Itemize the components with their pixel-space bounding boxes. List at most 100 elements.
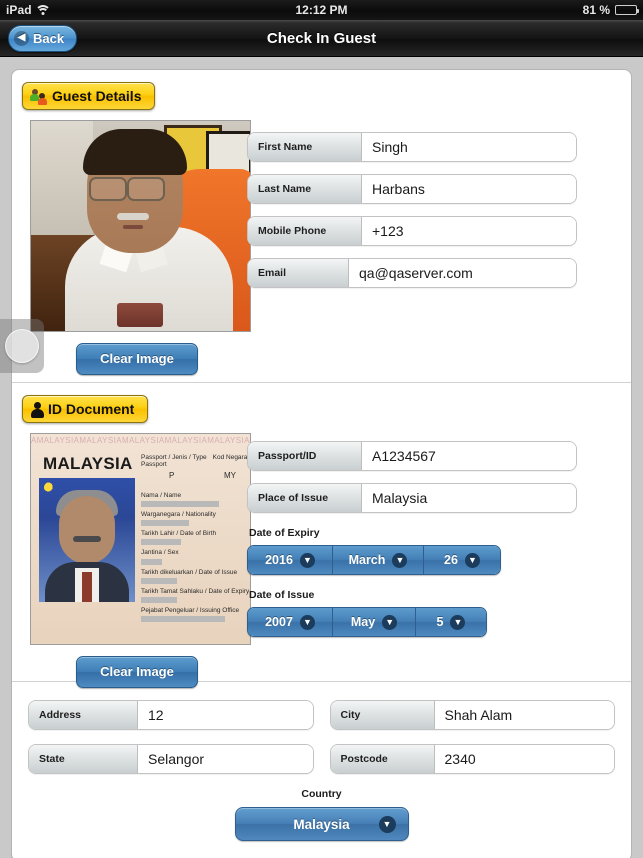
field-postcode-label: Postcode — [330, 745, 435, 773]
chevron-down-icon: ▼ — [299, 552, 315, 568]
date-of-expiry-year-value: 2016 — [265, 553, 293, 567]
passport-row: Pejabat Pengeluar / Issuing Office — [141, 607, 246, 622]
date-of-expiry-year[interactable]: 2016 ▼ — [248, 546, 333, 574]
country-dropdown[interactable]: Malaysia ▼ — [234, 807, 409, 841]
field-address-value[interactable]: 12 — [138, 701, 313, 729]
drawer-handle[interactable] — [0, 319, 44, 373]
redacted-value — [141, 501, 219, 508]
field-last-name[interactable]: Last Name Harbans — [247, 174, 577, 204]
form-panel: Guest Details Clear Image First Name Sin… — [11, 69, 632, 858]
battery-percent-label: 81 % — [582, 3, 610, 17]
date-of-expiry-picker[interactable]: 2016 ▼ March ▼ 26 ▼ — [247, 545, 501, 575]
redacted-value — [141, 596, 177, 603]
field-last-name-label: Last Name — [248, 175, 362, 203]
ios-status-bar: iPad 12:12 PM 81 % — [0, 0, 643, 20]
section-tab-id-document-label: ID Document — [48, 401, 135, 417]
field-first-name-value[interactable]: Singh — [362, 133, 576, 161]
clear-guest-image-button[interactable]: Clear Image — [76, 343, 198, 375]
passport-row-label: Warganegara / Nationality — [141, 511, 216, 519]
field-address[interactable]: Address 12 — [28, 700, 314, 730]
date-of-expiry-label: Date of Expiry — [249, 527, 320, 539]
address-row-1: Address 12 City Shah Alam — [28, 700, 615, 730]
passport-row-label: Tarikh dikeluarkan / Date of Issue — [141, 568, 238, 576]
chevron-down-icon: ▼ — [378, 815, 396, 833]
field-city-label: City — [330, 701, 435, 729]
date-of-expiry-day[interactable]: 26 ▼ — [424, 546, 500, 574]
guest-portrait-photo[interactable] — [30, 120, 251, 332]
status-bar-clock: 12:12 PM — [295, 3, 348, 17]
section-tab-guest-details[interactable]: Guest Details — [22, 82, 156, 110]
passport-row-label: Pejabat Pengeluar / Issuing Office — [141, 606, 240, 614]
address-row-2: State Selangor Postcode 2340 — [28, 744, 615, 774]
passport-row-label: Jantina / Sex — [141, 549, 179, 557]
section-address: Address 12 City Shah Alam State Selangor… — [12, 682, 631, 841]
date-of-issue-month[interactable]: May ▼ — [333, 608, 416, 636]
date-of-issue-day-value: 5 — [436, 615, 444, 629]
drawer-handle-knob-icon — [5, 329, 39, 363]
passport-row: Warganegara / Nationality — [141, 511, 246, 527]
field-passport-id-label: Passport/ID — [248, 442, 362, 470]
passport-type-label: Passport / Jenis / Type — [141, 454, 207, 461]
date-of-issue-picker[interactable]: 2007 ▼ May ▼ 5 ▼ — [247, 607, 487, 637]
redacted-value — [141, 520, 190, 527]
passport-type-header: Passport / Jenis / Type Kod Negara / C P… — [141, 454, 250, 480]
passport-row: Tarikh Tamat Sahlaku / Date of Expiry — [141, 587, 250, 603]
passport-code-value: MY — [224, 471, 236, 480]
section-tab-id-document[interactable]: ID Document — [22, 395, 149, 423]
passport-scan-image[interactable]: AMALAYSIAMALAYSIAMALAYSIAMALAYSIAMALAYSI… — [30, 433, 251, 645]
date-of-expiry-day-value: 26 — [444, 553, 458, 567]
field-city-value[interactable]: Shah Alam — [434, 701, 614, 729]
malaysia-flag-icon — [44, 482, 56, 493]
field-passport-id-value[interactable]: A1234567 — [362, 442, 576, 470]
passport-photo — [39, 478, 135, 602]
passport-type-sub: Passport — [141, 461, 167, 468]
date-of-expiry-month[interactable]: March ▼ — [333, 546, 424, 574]
passport-type-value: P — [169, 471, 175, 480]
date-of-issue-year[interactable]: 2007 ▼ — [248, 608, 333, 636]
section-tab-guest-details-label: Guest Details — [52, 88, 142, 104]
field-first-name-label: First Name — [248, 133, 362, 161]
field-mobile-phone[interactable]: Mobile Phone +123 — [247, 216, 577, 246]
date-of-issue-label: Date of Issue — [249, 589, 315, 601]
field-first-name[interactable]: First Name Singh — [247, 132, 577, 162]
field-postcode-value[interactable]: 2340 — [434, 745, 614, 773]
chevron-down-icon: ▼ — [382, 614, 398, 630]
passport-field-list: Nama / Name Warganegara / Nationality Ta… — [141, 492, 250, 626]
section-guest-details: Guest Details Clear Image First Name Sin… — [12, 70, 631, 382]
field-postcode[interactable]: Postcode 2340 — [329, 744, 615, 774]
redacted-value — [141, 577, 177, 584]
passport-code-label: Kod Negara / C — [212, 454, 250, 461]
page-title: Check In Guest — [266, 29, 377, 47]
back-button[interactable]: ◀ Back — [8, 24, 78, 52]
field-state-label: State — [29, 745, 138, 773]
field-state[interactable]: State Selangor — [28, 744, 314, 774]
field-email-value[interactable]: qa@qaserver.com — [349, 259, 576, 287]
chevron-down-icon: ▼ — [299, 614, 315, 630]
chevron-down-icon: ▼ — [464, 552, 480, 568]
date-of-issue-year-value: 2007 — [265, 615, 293, 629]
passport-row-label: Tarikh Tamat Sahlaku / Date of Expiry — [141, 587, 250, 595]
field-last-name-value[interactable]: Harbans — [362, 175, 576, 203]
country-dropdown-value: Malaysia — [293, 816, 350, 832]
field-state-value[interactable]: Selangor — [138, 745, 313, 773]
date-of-issue-month-value: May — [350, 615, 376, 629]
field-place-of-issue-value[interactable]: Malaysia — [362, 484, 576, 512]
passport-watermark-text: AMALAYSIAMALAYSIAMALAYSIAMALAYSIAMALAYSI… — [31, 436, 250, 445]
date-of-issue-day[interactable]: 5 ▼ — [416, 608, 486, 636]
navigation-bar: ◀ Back Check In Guest — [0, 20, 643, 57]
field-address-label: Address — [29, 701, 138, 729]
field-passport-id[interactable]: Passport/ID A1234567 — [247, 441, 577, 471]
id-document-fields: Passport/ID A1234567 Place of Issue Mala… — [247, 441, 577, 637]
passport-row: Tarikh Lahir / Date of Birth — [141, 530, 246, 546]
chevron-down-icon: ▼ — [450, 614, 466, 630]
field-city[interactable]: City Shah Alam — [329, 700, 615, 730]
field-mobile-phone-value[interactable]: +123 — [362, 217, 576, 245]
redacted-value — [141, 539, 181, 546]
field-place-of-issue[interactable]: Place of Issue Malaysia — [247, 483, 577, 513]
status-bar-right: 81 % — [582, 3, 639, 17]
country-label: Country — [301, 788, 342, 800]
redacted-value — [141, 558, 162, 565]
field-email[interactable]: Email qa@qaserver.com — [247, 258, 577, 288]
content-scroll-area[interactable]: Guest Details Clear Image First Name Sin… — [0, 57, 643, 858]
redacted-value — [141, 615, 225, 622]
